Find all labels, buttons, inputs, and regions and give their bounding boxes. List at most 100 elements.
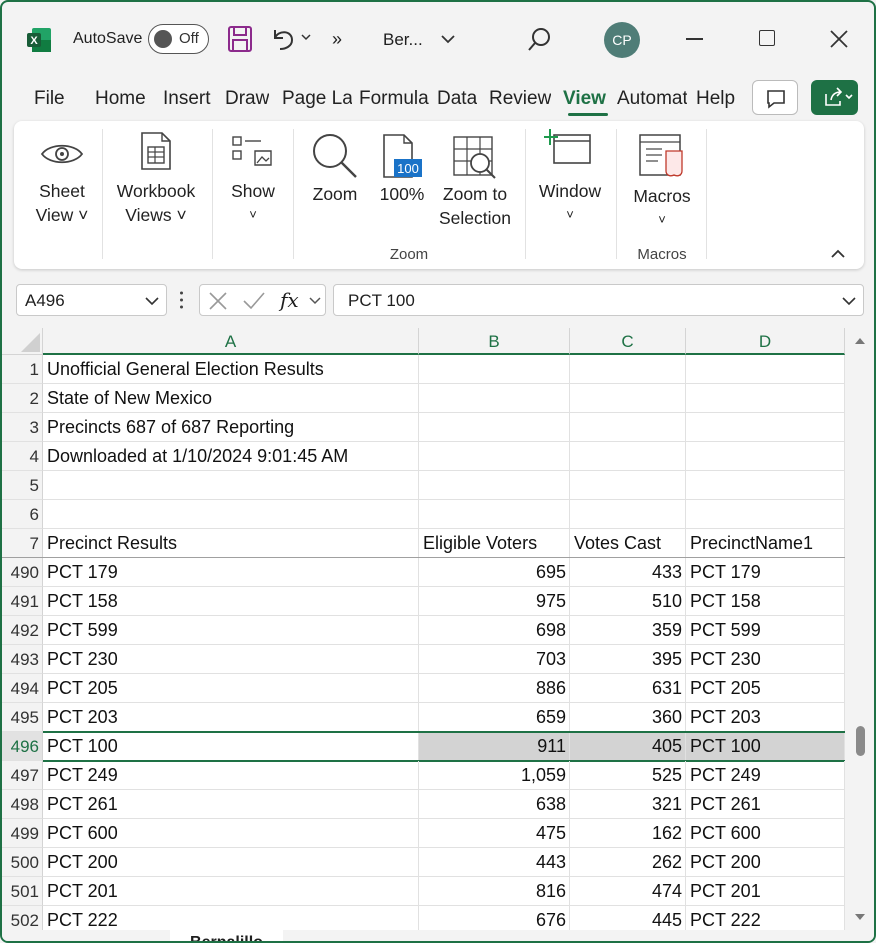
cell-b[interactable]: [419, 471, 570, 500]
table-row[interactable]: 498 PCT 261 638 321 PCT 261: [2, 790, 845, 819]
table-row[interactable]: 500 PCT 200 443 262 PCT 200: [2, 848, 845, 877]
autosave-toggle[interactable]: Off: [148, 24, 209, 54]
cell-a[interactable]: PCT 179: [43, 558, 419, 587]
cell-a[interactable]: [43, 471, 419, 500]
vertical-scrollbar[interactable]: [848, 328, 872, 930]
cell-b[interactable]: 676: [419, 906, 570, 930]
row-header[interactable]: 3: [2, 413, 43, 442]
column-header-d[interactable]: D: [686, 328, 845, 355]
row-header[interactable]: 5: [2, 471, 43, 500]
row-header[interactable]: 495: [2, 703, 43, 732]
collapse-ribbon-icon[interactable]: [829, 246, 847, 262]
tab-file[interactable]: File: [34, 88, 65, 110]
cell-a[interactable]: State of New Mexico: [43, 384, 419, 413]
expand-formula-bar-icon[interactable]: [841, 295, 857, 307]
tab-data[interactable]: Data: [437, 88, 477, 110]
cell-a[interactable]: Precincts 687 of 687 Reporting: [43, 413, 419, 442]
cell-c[interactable]: [570, 471, 686, 500]
cell-d[interactable]: [686, 471, 845, 500]
cell-d[interactable]: PCT 205: [686, 674, 845, 703]
row-header[interactable]: 502: [2, 906, 43, 930]
row-header[interactable]: 4: [2, 442, 43, 471]
table-row[interactable]: 499 PCT 600 475 162 PCT 600: [2, 819, 845, 848]
cell-b[interactable]: [419, 384, 570, 413]
undo-icon[interactable]: [270, 24, 296, 52]
cell-a[interactable]: PCT 158: [43, 587, 419, 616]
minimize-icon[interactable]: [686, 38, 703, 40]
row-header[interactable]: 492: [2, 616, 43, 645]
cell-a[interactable]: [43, 500, 419, 529]
cell-d[interactable]: [686, 384, 845, 413]
tab-page-layout[interactable]: Page Layout: [282, 88, 352, 110]
cell-c[interactable]: 360: [570, 703, 686, 732]
cell-a[interactable]: PCT 201: [43, 877, 419, 906]
row-header[interactable]: 7: [2, 529, 43, 558]
cell-c[interactable]: 525: [570, 761, 686, 790]
cell-a[interactable]: PCT 600: [43, 819, 419, 848]
table-row[interactable]: 501 PCT 201 816 474 PCT 201: [2, 877, 845, 906]
cell-d[interactable]: PCT 249: [686, 761, 845, 790]
cell-c[interactable]: 510: [570, 587, 686, 616]
cell-c[interactable]: 433: [570, 558, 686, 587]
chevron-down-icon[interactable]: [308, 296, 322, 306]
cell-a[interactable]: PCT 100: [43, 732, 419, 761]
cell-b[interactable]: [419, 442, 570, 471]
cell-b[interactable]: 695: [419, 558, 570, 587]
row-header[interactable]: 2: [2, 384, 43, 413]
table-row[interactable]: 6: [2, 500, 845, 529]
cell-a[interactable]: PCT 200: [43, 848, 419, 877]
table-row[interactable]: 494 PCT 205 886 631 PCT 205: [2, 674, 845, 703]
cell-c[interactable]: [570, 355, 686, 384]
more-commands-icon[interactable]: »: [332, 29, 342, 50]
row-header[interactable]: 1: [2, 355, 43, 384]
row-header[interactable]: 497: [2, 761, 43, 790]
scroll-up-icon[interactable]: [848, 332, 872, 352]
cell-d[interactable]: PCT 179: [686, 558, 845, 587]
cell-a[interactable]: PCT 599: [43, 616, 419, 645]
window-button[interactable]: Window ˅: [532, 127, 608, 237]
table-row[interactable]: 493 PCT 230 703 395 PCT 230: [2, 645, 845, 674]
cell-c[interactable]: 631: [570, 674, 686, 703]
row-header[interactable]: 491: [2, 587, 43, 616]
tab-review[interactable]: Review: [489, 88, 551, 110]
cell-c[interactable]: 405: [570, 732, 686, 761]
cell-a[interactable]: PCT 222: [43, 906, 419, 930]
cell-b[interactable]: 1,059: [419, 761, 570, 790]
cell-c[interactable]: 359: [570, 616, 686, 645]
table-row[interactable]: 2 State of New Mexico: [2, 384, 845, 413]
cell-a[interactable]: PCT 249: [43, 761, 419, 790]
table-row[interactable]: 3 Precincts 687 of 687 Reporting: [2, 413, 845, 442]
table-row[interactable]: 502 PCT 222 676 445 PCT 222: [2, 906, 845, 930]
cell-a[interactable]: Downloaded at 1/10/2024 9:01:45 AM: [43, 442, 419, 471]
workbook-views-button[interactable]: Workbook Views ˅: [110, 131, 202, 241]
column-header-c[interactable]: C: [570, 328, 686, 355]
cell-a[interactable]: PCT 230: [43, 645, 419, 674]
spreadsheet-grid[interactable]: A B C D 1 Unofficial General Election Res…: [2, 328, 845, 930]
zoom-100-button[interactable]: 100 100%: [372, 131, 432, 241]
tab-insert[interactable]: Insert: [163, 88, 211, 110]
cell-d[interactable]: PCT 599: [686, 616, 845, 645]
table-row[interactable]: 7 Precinct Results Eligible Voters Votes Ca…: [2, 529, 845, 558]
cell-b[interactable]: 911: [419, 732, 570, 761]
cell-d[interactable]: [686, 355, 845, 384]
chevron-down-icon[interactable]: [439, 29, 457, 49]
comments-button[interactable]: [752, 80, 798, 115]
row-header[interactable]: 493: [2, 645, 43, 674]
column-header-b[interactable]: B: [419, 328, 570, 355]
select-all-corner[interactable]: [2, 328, 43, 355]
tab-help[interactable]: Help: [696, 88, 735, 110]
tab-automate[interactable]: Automate: [617, 88, 687, 110]
cell-a[interactable]: PCT 261: [43, 790, 419, 819]
tab-home[interactable]: Home: [95, 88, 146, 110]
cell-d[interactable]: [686, 413, 845, 442]
cell-a[interactable]: PCT 203: [43, 703, 419, 732]
row-header[interactable]: 498: [2, 790, 43, 819]
confirm-entry-icon[interactable]: [240, 285, 268, 315]
row-header[interactable]: 500: [2, 848, 43, 877]
cell-b[interactable]: 816: [419, 877, 570, 906]
maximize-icon[interactable]: [759, 30, 775, 46]
row-header[interactable]: 496: [2, 732, 43, 761]
table-row[interactable]: 496 PCT 100 911 405 PCT 100: [2, 732, 845, 761]
formula-bar[interactable]: PCT 100: [333, 284, 864, 316]
tab-view[interactable]: View: [563, 88, 606, 110]
